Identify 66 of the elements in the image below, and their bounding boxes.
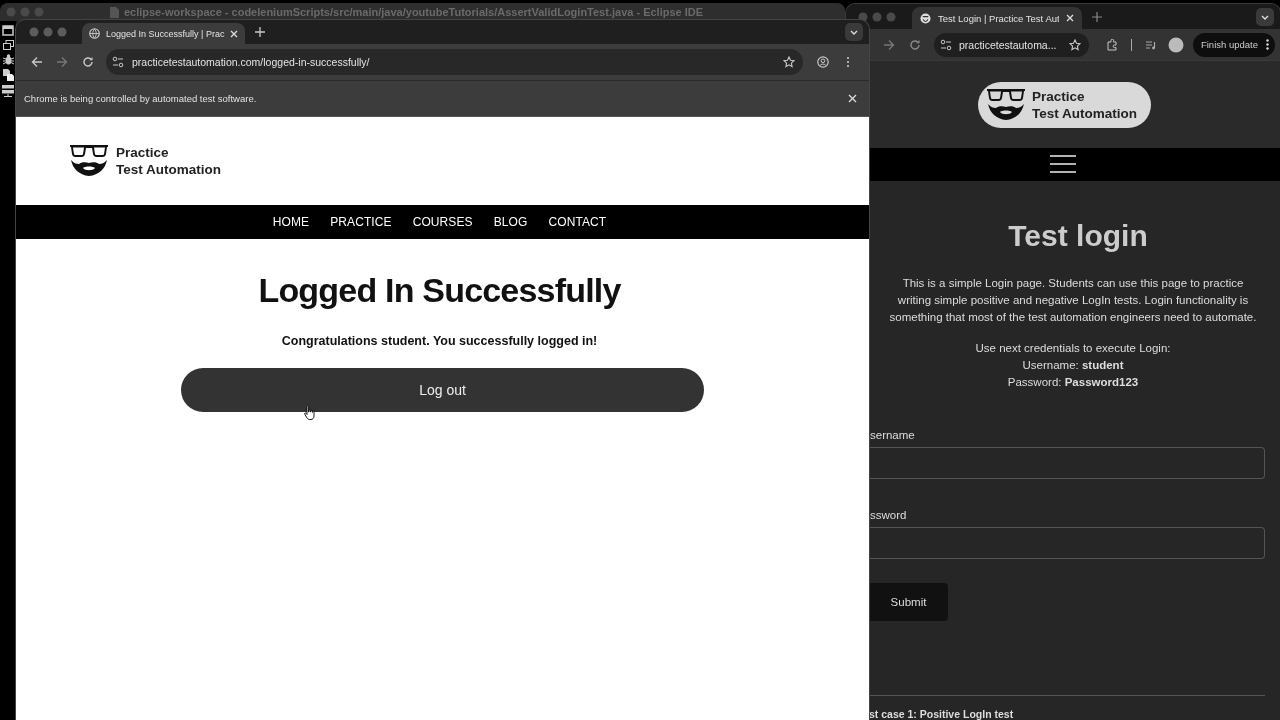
credentials-line: Use next credentials to execute Login: <box>975 341 1171 356</box>
tab-list-button[interactable] <box>1256 8 1274 26</box>
globe-icon <box>89 28 100 39</box>
url-text: practicetestautomation.com/logged-in-successfully/ <box>131 56 371 68</box>
nav-link[interactable]: BLOG <box>493 215 528 229</box>
nav-link[interactable]: HOME <box>272 215 310 229</box>
input-field[interactable] <box>869 447 1265 479</box>
credentials-line: Password: Password123 <box>1007 375 1139 390</box>
star-icon[interactable] <box>782 56 795 68</box>
media-controls-icon[interactable] <box>1145 38 1157 51</box>
star-icon[interactable] <box>1069 38 1081 51</box>
field-label: sername <box>870 429 916 441</box>
site-logo[interactable]: Practice Test Automation <box>978 81 1151 128</box>
chevron-down-icon <box>850 29 858 35</box>
browser-tab[interactable]: Test Login | Practice Test Aut <box>912 7 1082 30</box>
finish-update-button[interactable]: Finish update <box>1192 32 1275 57</box>
site-icon <box>920 12 931 24</box>
address-bar[interactable]: practicetestautoma... <box>934 32 1089 57</box>
reload-icon[interactable] <box>909 38 921 51</box>
profile-icon[interactable] <box>816 56 829 68</box>
avatar-icon[interactable] <box>1168 36 1184 53</box>
tune-icon[interactable] <box>111 56 124 68</box>
site-logo-text[interactable]: Practice Test Automation <box>116 144 221 178</box>
close-icon[interactable] <box>1066 14 1074 23</box>
reload-icon[interactable] <box>82 56 95 68</box>
window-title: eclipse-workspace - codeleniumScripts/src/main/java/youtubeTutorials/AssertValidLoginTest.java - Eclipse IDE <box>123 6 704 18</box>
section-heading: st case 1: Positive LogIn test <box>869 708 1015 720</box>
copy-icon[interactable] <box>2 69 14 81</box>
logout-button[interactable]: Log out <box>181 368 704 412</box>
server-icon[interactable] <box>2 85 14 97</box>
file-icon <box>109 6 119 18</box>
credentials-line: Username: student <box>1022 358 1124 373</box>
pointer-cursor-icon <box>304 405 316 420</box>
extensions-icon[interactable] <box>1106 38 1118 51</box>
url-text: practicetestautoma... <box>959 38 1058 51</box>
page-description: This is a simple Login page. Students can use this page to practice writing simple positive and negative LogIn tests. Login functionality is something that most of the test automation engineers need to automate. <box>888 276 1258 325</box>
chevron-down-icon <box>1261 14 1269 20</box>
page-heading: Logged In Successfully <box>257 271 622 310</box>
nav-link[interactable]: CONTACT <box>548 215 607 229</box>
menu-icon[interactable] <box>1050 155 1076 174</box>
restore-icon[interactable] <box>2 40 14 50</box>
input-field[interactable] <box>869 527 1265 559</box>
close-icon[interactable] <box>848 94 857 103</box>
more-icon <box>1266 39 1269 51</box>
site-logo-text: Practice Test Automation <box>1032 87 1137 122</box>
automation-warning: Chrome is being controlled by automated test software. <box>24 93 257 104</box>
success-message: Congratulations student. You successfully logged in! <box>280 334 599 348</box>
nav-link[interactable]: COURSES <box>412 215 473 229</box>
page-heading: Test login <box>1007 219 1149 253</box>
bug-icon[interactable] <box>2 54 14 65</box>
close-icon[interactable] <box>230 29 239 38</box>
field-label: ssword <box>870 509 908 521</box>
forward-icon[interactable] <box>883 38 895 51</box>
tune-icon[interactable] <box>940 38 952 51</box>
browser-tab[interactable]: Logged In Successfully | Prac <box>82 23 246 44</box>
window-icon[interactable] <box>2 25 14 36</box>
new-tab-icon[interactable] <box>255 27 266 37</box>
submit-button[interactable]: Submit <box>869 583 948 621</box>
window-controls-icon[interactable] <box>29 27 67 37</box>
nav-link[interactable]: PRACTICE <box>330 215 392 229</box>
tab-list-button[interactable] <box>845 23 863 41</box>
new-tab-icon[interactable] <box>1092 11 1102 22</box>
tab-title: Logged In Successfully | Prac <box>106 28 225 39</box>
address-bar[interactable]: practicetestautomation.com/logged-in-successfully/ <box>105 49 803 75</box>
tab-title: Test Login | Practice Test Aut <box>938 12 1059 24</box>
back-icon[interactable] <box>30 56 43 68</box>
